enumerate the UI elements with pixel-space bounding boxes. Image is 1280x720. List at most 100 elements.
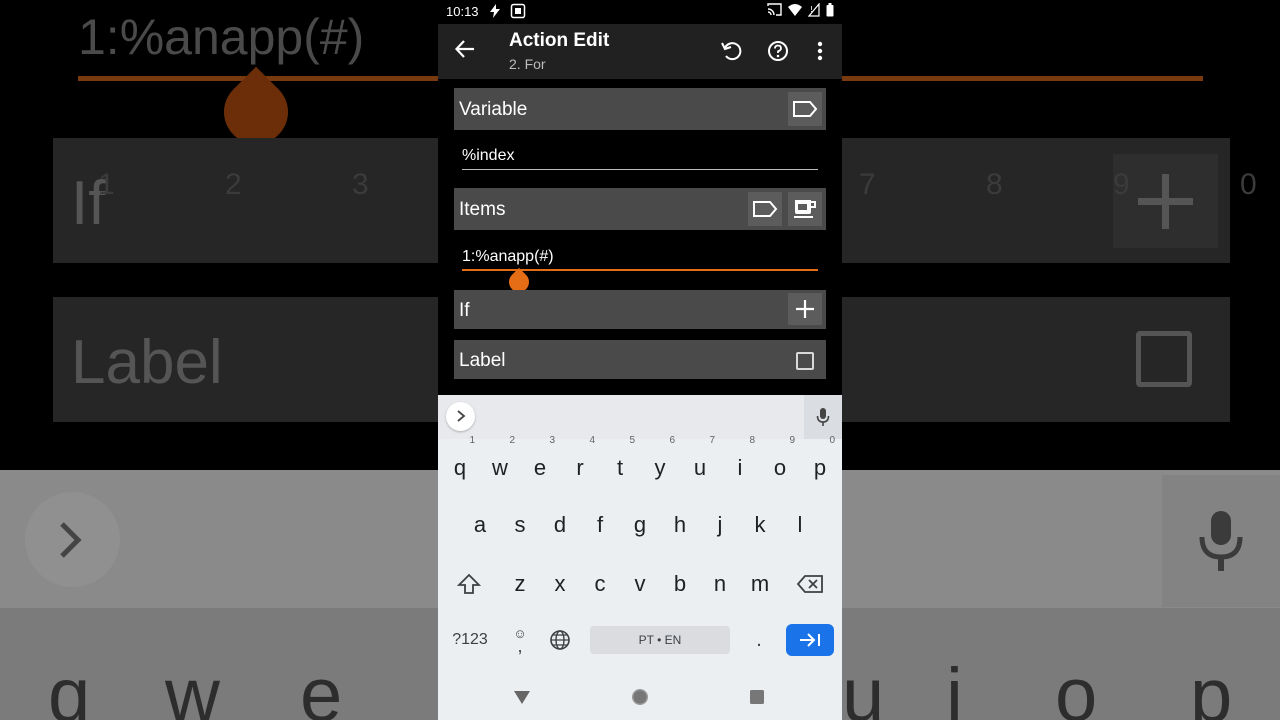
key-x[interactable]: x [541,559,579,609]
key-v[interactable]: v [621,559,659,609]
key-g[interactable]: g [621,500,659,550]
background-label-label: Label [71,328,223,397]
background-letter: u [842,653,885,720]
variable-tag-button[interactable] [788,92,822,126]
background-plus-icon [1138,174,1193,229]
key-n[interactable]: n [701,559,739,609]
background-letter: q [48,653,91,720]
help-button[interactable] [766,39,790,63]
add-condition-button[interactable] [788,293,822,325]
background-number-hint: 7 [859,168,876,201]
key-hint: 9 [789,435,795,446]
backspace-key[interactable] [792,566,828,602]
background-letter: w [165,653,220,720]
phone-screen: 10:13 ! Action Edit 2. For Variable %ind… [438,0,842,720]
label-tag-icon [793,101,818,117]
variable-field-underline [462,169,818,170]
arrow-left-icon [454,40,474,58]
label-tag-icon [753,201,778,217]
key-e[interactable]: e3 [521,435,559,493]
key-label: r [576,455,584,480]
key-hint: 2 [509,435,515,446]
space-bar[interactable]: PT • EN [590,626,730,654]
key-hint: 4 [589,435,595,446]
cast-icon [767,3,782,16]
page-title: Action Edit [509,30,610,51]
key-j[interactable]: j [701,500,739,550]
back-button[interactable] [454,38,478,62]
key-hint: 3 [549,435,555,446]
keyboard-expand-button[interactable] [446,402,475,431]
if-section: If [454,290,826,329]
key-u[interactable]: u7 [681,435,719,493]
key-i[interactable]: i8 [721,435,759,493]
key-b[interactable]: b [661,559,699,609]
key-label: e [533,455,547,480]
key-t[interactable]: t5 [601,435,639,493]
background-checkbox-icon [1136,331,1192,387]
background-number-hint: 9 [1113,168,1130,201]
key-r[interactable]: r4 [561,435,599,493]
key-a[interactable]: a [461,500,499,550]
variable-section: Variable [454,88,826,130]
comma-label: , [517,636,523,656]
chevron-right-icon [456,410,465,422]
more-options-button[interactable] [808,39,832,63]
key-y[interactable]: y6 [641,435,679,493]
shift-key[interactable] [452,566,486,602]
label-checkbox[interactable] [796,352,814,370]
tab-next-key[interactable] [786,624,834,656]
key-hint: 0 [829,435,835,446]
key-k[interactable]: k [741,500,779,550]
key-s[interactable]: s [501,500,539,550]
emoji-comma-key[interactable]: ☺ , [506,621,534,659]
background-letter: i [946,653,963,720]
key-label: p [813,455,827,480]
key-m[interactable]: m [741,559,779,609]
key-label: w [492,455,508,480]
items-field[interactable]: 1:%anapp(#) [462,248,818,266]
background-number-hint: 1 [98,168,115,201]
key-o[interactable]: o9 [761,435,799,493]
microphone-icon [816,408,830,426]
help-icon [768,41,788,61]
arrow-right-to-bar-icon [800,633,820,647]
key-l[interactable]: l [781,500,819,550]
background-items-value: 1:%anapp(#) [78,9,365,65]
background-number-hint: 2 [225,168,242,201]
shift-icon [457,573,481,594]
more-vert-icon [817,41,823,61]
key-w[interactable]: w2 [481,435,519,493]
nav-home-icon[interactable] [631,688,649,706]
key-d[interactable]: d [541,500,579,550]
voice-input-button[interactable] [804,395,842,439]
key-f[interactable]: f [581,500,619,550]
signal-icon: ! [808,3,820,17]
key-label: i [737,455,743,480]
items-tag-button[interactable] [748,192,782,226]
key-hint: 7 [709,435,715,446]
key-h[interactable]: h [661,500,699,550]
language-key[interactable] [544,624,576,656]
items-coffee-button[interactable] [788,192,822,226]
undo-icon [721,42,742,61]
nav-back-icon[interactable] [513,689,531,705]
key-label: o [773,455,787,480]
background-number-hint: 0 [1240,168,1257,201]
if-label: If [459,300,470,321]
background-letter: o [1055,653,1098,720]
symbols-key[interactable]: ?123 [446,623,494,657]
status-time: 10:13 [446,4,479,19]
nav-recents-icon[interactable] [749,689,765,705]
variable-field[interactable]: %index [462,147,818,165]
screen-record-icon [510,3,526,19]
app-bar: Action Edit 2. For [438,24,842,79]
period-key[interactable]: . [744,623,774,657]
key-p[interactable]: p0 [801,435,839,493]
svg-text:!: ! [810,5,813,14]
undo-button[interactable] [720,39,744,63]
key-c[interactable]: c [581,559,619,609]
key-q[interactable]: q1 [441,435,479,493]
key-hint: 1 [469,435,475,446]
key-z[interactable]: z [501,559,539,609]
